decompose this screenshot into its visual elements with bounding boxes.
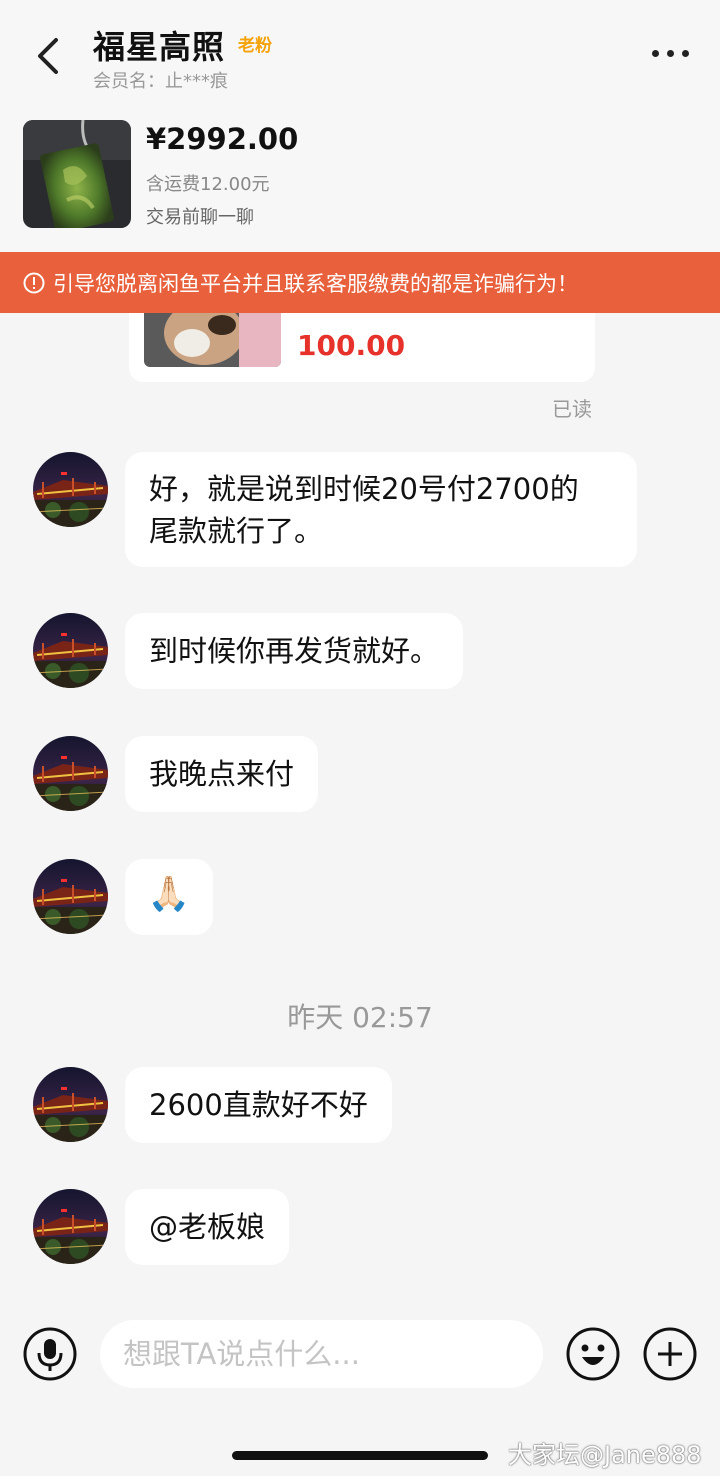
watermark: 大家坛@Jane888	[508, 1441, 702, 1469]
sender-avatar[interactable]	[33, 736, 108, 811]
microphone-icon[interactable]	[23, 1327, 77, 1381]
trade-note: 交易前聊一聊	[146, 207, 254, 228]
alert-circle-icon	[23, 272, 45, 293]
timestamp: 昨天 02:57	[287, 1001, 433, 1034]
message-bubble[interactable]: @老板娘	[125, 1189, 290, 1265]
message-bubble[interactable]: 2600直款好不好	[125, 1067, 392, 1143]
sender-avatar[interactable]	[33, 452, 108, 527]
more-dots-icon[interactable]	[650, 48, 692, 62]
pray-emoji: 🙏🏻	[147, 874, 191, 914]
message-text: 到时候你再发货就好。	[149, 634, 440, 668]
message-text: 好，就是说到时候20号付2700的	[149, 472, 579, 506]
order-card-image	[144, 313, 281, 367]
chat-header: 福星高照 老粉 会员名：止***痕 ¥2992.00 含运费12.00元 交易前…	[0, 0, 720, 252]
sender-avatar[interactable]	[33, 613, 108, 688]
message-text: 尾款就行了。	[149, 514, 324, 548]
product-price: ¥2992.00	[146, 122, 299, 156]
member-name: 会员名：止***痕	[93, 71, 228, 92]
home-indicator[interactable]	[232, 1451, 488, 1460]
sender-avatar[interactable]	[33, 1067, 108, 1142]
message-bubble[interactable]: 🙏🏻	[125, 859, 213, 935]
chevron-left-icon[interactable]	[30, 34, 70, 78]
read-status: 已读	[552, 397, 592, 421]
smiley-icon[interactable]	[566, 1327, 620, 1381]
message-text: 2600直款好不好	[149, 1088, 368, 1122]
order-card[interactable]: 100.00	[129, 313, 595, 382]
message-input[interactable]: 想跟TA说点什么...	[100, 1320, 543, 1388]
fan-badge: 老粉	[238, 36, 272, 56]
shipping-fee: 含运费12.00元	[146, 174, 270, 195]
seller-name: 福星高照	[93, 28, 226, 66]
jade-pendant-image[interactable]	[23, 120, 131, 228]
order-card-price: 100.00	[297, 329, 406, 362]
sender-avatar[interactable]	[33, 1189, 108, 1264]
warning-text: 引导您脱离闲鱼平台并且联系客服缴费的都是诈骗行为！	[53, 271, 578, 296]
sender-avatar[interactable]	[33, 859, 108, 934]
input-placeholder: 想跟TA说点什么...	[123, 1337, 360, 1371]
message-bubble[interactable]: 好，就是说到时候20号付2700的 尾款就行了。	[125, 452, 637, 567]
message-bubble[interactable]: 我晚点来付	[125, 736, 319, 812]
message-bubble[interactable]: 到时候你再发货就好。	[125, 613, 464, 689]
message-text: 我晚点来付	[149, 757, 295, 791]
plus-circle-icon[interactable]	[643, 1327, 697, 1381]
message-text: @老板娘	[149, 1210, 266, 1244]
scam-warning-banner: 引导您脱离闲鱼平台并且联系客服缴费的都是诈骗行为！	[0, 252, 720, 313]
